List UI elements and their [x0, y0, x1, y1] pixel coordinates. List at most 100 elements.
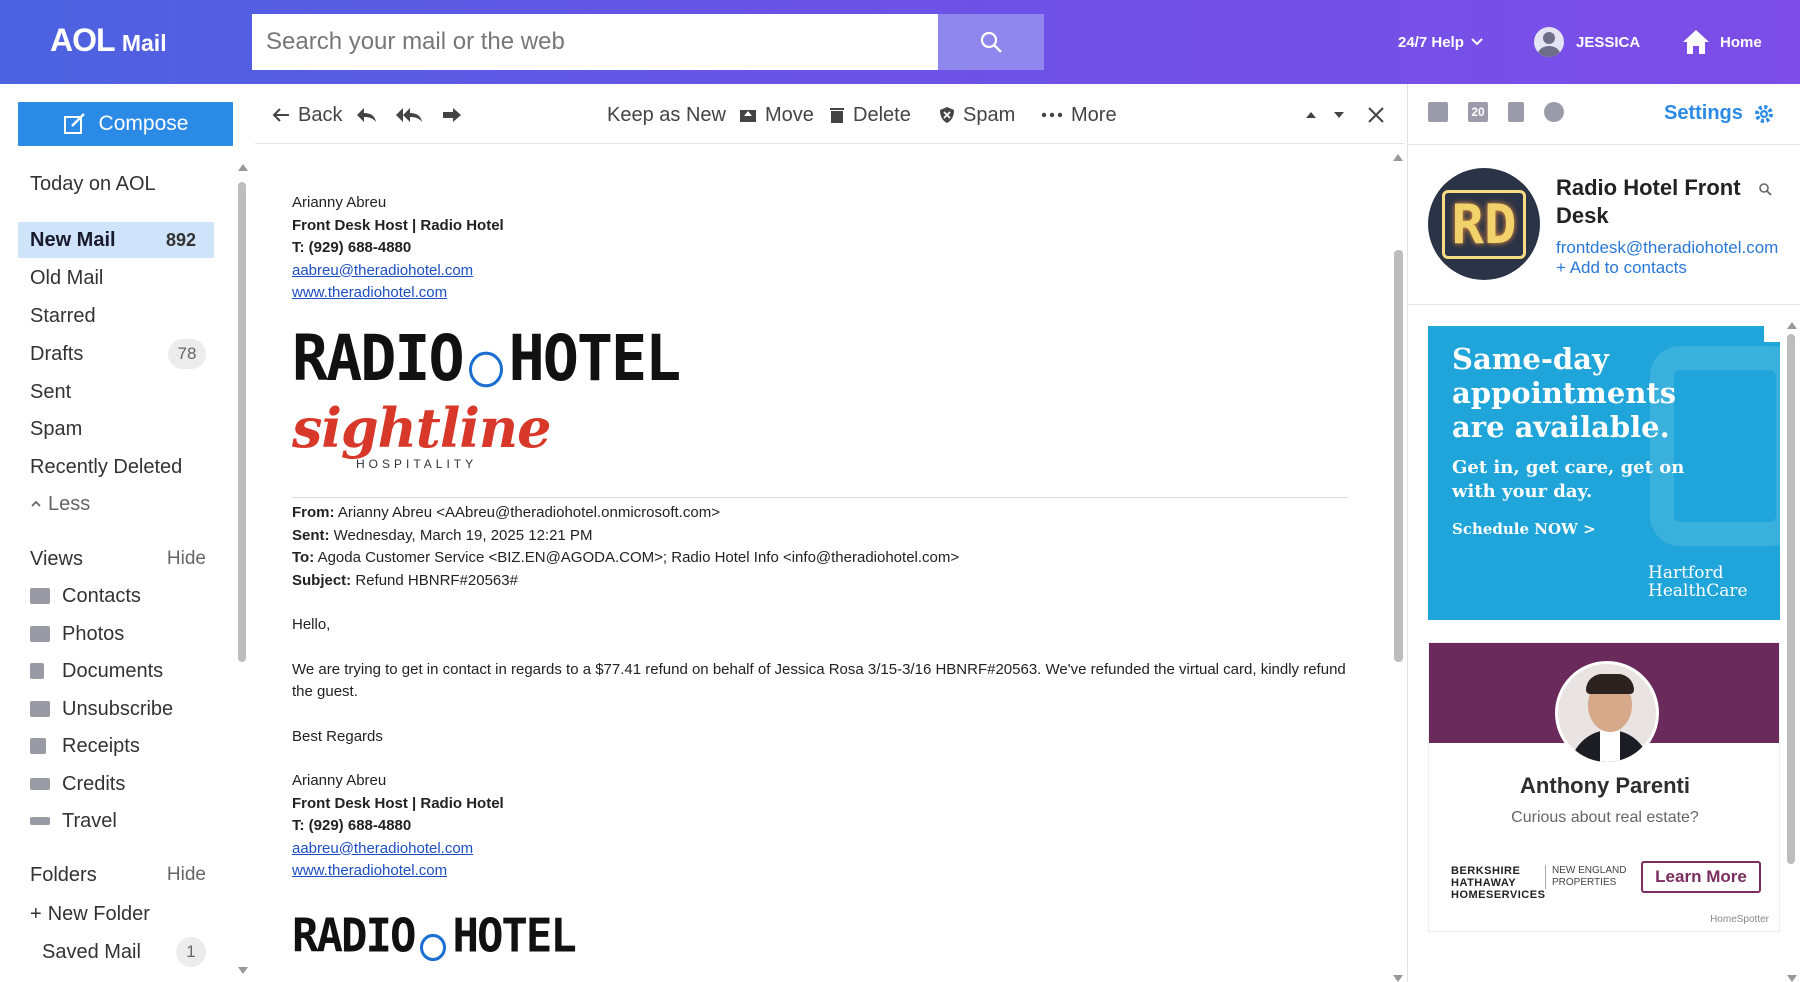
keep-as-new-button[interactable]: Keep as New: [607, 86, 726, 144]
views-hide-button[interactable]: Hide: [167, 548, 206, 570]
unsubscribe-icon: [30, 701, 50, 717]
sidebar-item-contacts[interactable]: Contacts: [18, 578, 214, 614]
user-avatar-icon: [1534, 27, 1564, 57]
body-paragraph: We are trying to get in contact in regar…: [292, 660, 1346, 701]
next-message-button[interactable]: [1333, 86, 1353, 144]
spam-button[interactable]: Spam: [939, 86, 1015, 144]
move-icon: [740, 110, 756, 122]
plus-icon: +: [30, 902, 42, 925]
help-icon[interactable]: [1544, 102, 1564, 122]
signature-repeat: Arianny Abreu Front Desk Host | Radio Ho…: [292, 772, 504, 879]
sidebar-item-credits[interactable]: Credits: [18, 766, 214, 802]
home-icon: [1683, 30, 1709, 54]
notes-icon[interactable]: [1508, 102, 1524, 122]
pane-divider: [1407, 84, 1408, 982]
radio-hotel-logo: RADIO HOTEL: [292, 908, 577, 963]
caret-up-icon: [1306, 112, 1316, 118]
sidebar-item-old-mail[interactable]: Old Mail: [18, 260, 214, 296]
adchoices-icon[interactable]: [1764, 326, 1780, 342]
folders-hide-button[interactable]: Hide: [167, 864, 206, 886]
help-menu[interactable]: 24/7 Help: [1398, 0, 1484, 84]
new-folder-button[interactable]: + New Folder: [18, 896, 214, 932]
credit-card-icon: [30, 778, 50, 790]
search-input[interactable]: [252, 14, 938, 70]
documents-icon: [30, 663, 44, 679]
user-menu[interactable]: JESSICA: [1534, 0, 1640, 84]
caret-down-icon: [1334, 112, 1344, 118]
top-bar: AOL Mail 24/7 Help JESSICA Home: [0, 0, 1800, 84]
sidebar-item-spam[interactable]: Spam: [18, 411, 214, 447]
compose-icon: [63, 113, 85, 134]
drafts-count-badge: 78: [168, 339, 206, 369]
home-link[interactable]: Home: [1682, 0, 1762, 84]
shield-icon: [940, 107, 954, 123]
contact-card-icon[interactable]: [1428, 102, 1448, 122]
gear-icon: [1754, 104, 1773, 123]
sidebar-item-recently-deleted[interactable]: Recently Deleted: [18, 449, 214, 485]
move-button[interactable]: Move: [739, 86, 814, 144]
signature-website-link[interactable]: www.theradiohotel.com: [292, 862, 447, 879]
less-toggle[interactable]: Less: [18, 486, 214, 522]
settings-button[interactable]: Settings: [1664, 102, 1775, 125]
previous-message-button[interactable]: [1305, 86, 1325, 144]
signature-website-link[interactable]: www.theradiohotel.com: [292, 284, 447, 301]
real-estate-ad[interactable]: Anthony Parenti Curious about real estat…: [1428, 642, 1780, 932]
back-button[interactable]: Back: [272, 86, 342, 144]
message-scrollbar[interactable]: [1392, 150, 1404, 982]
compose-button[interactable]: Compose: [18, 102, 233, 146]
signature-email-link[interactable]: aabreu@theradiohotel.com: [292, 262, 473, 279]
reply-button[interactable]: [355, 86, 385, 144]
sidebar-item-saved-mail[interactable]: Saved Mail 1: [18, 934, 214, 970]
greeting: Hello,: [292, 616, 331, 633]
add-to-contacts-link[interactable]: + Add to contacts: [1556, 258, 1687, 278]
signature: Arianny Abreu Front Desk Host | Radio Ho…: [292, 194, 504, 301]
signature-email-link[interactable]: aabreu@theradiohotel.com: [292, 840, 473, 857]
contact-search-icon[interactable]: [1758, 182, 1772, 196]
berkshire-hathaway-logo: BERKSHIRE HATHAWAY HOMESERVICES: [1451, 865, 1546, 901]
sidebar-item-today-on-aol[interactable]: Today on AOL: [18, 166, 214, 202]
calendar-icon[interactable]: 20: [1468, 102, 1488, 122]
message-toolbar: Back Keep as New Move Delete Spam More: [255, 86, 1405, 144]
schedule-now-link[interactable]: Schedule NOW >: [1452, 520, 1596, 538]
sidebar-item-receipts[interactable]: Receipts: [18, 728, 214, 764]
receipts-icon: [30, 738, 46, 754]
reply-all-button[interactable]: [395, 86, 431, 144]
sidebar-item-photos[interactable]: Photos: [18, 616, 214, 652]
learn-more-button[interactable]: Learn More: [1641, 861, 1761, 893]
contact-email-link[interactable]: frontdesk@theradiohotel.com: [1556, 238, 1786, 258]
hartford-logo: Hartford HealthCare: [1648, 563, 1748, 601]
sidebar-item-sent[interactable]: Sent: [18, 374, 214, 410]
contact-name: Radio Hotel Front Desk: [1556, 175, 1741, 228]
aol-mail-logo[interactable]: AOL Mail: [50, 22, 167, 59]
reply-all-icon: [396, 108, 422, 122]
sidebar-item-documents[interactable]: Documents: [18, 653, 214, 689]
right-panel-scrollbar[interactable]: [1786, 318, 1797, 982]
sidebar-item-travel[interactable]: Travel: [18, 803, 214, 839]
delete-button[interactable]: Delete: [829, 86, 911, 144]
hartford-healthcare-ad[interactable]: Same-day appointments are available. Get…: [1428, 326, 1780, 620]
close-message-button[interactable]: [1367, 86, 1393, 144]
closing: Best Regards: [292, 727, 383, 745]
arrow-left-icon: [272, 108, 289, 122]
contacts-icon: [30, 588, 50, 604]
chevron-up-icon: [31, 500, 41, 507]
sidebar-item-new-mail[interactable]: New Mail 892: [18, 222, 214, 258]
forward-button[interactable]: [441, 86, 471, 144]
sidebar-item-unsubscribe[interactable]: Unsubscribe: [18, 691, 214, 727]
sidebar-item-starred[interactable]: Starred: [18, 298, 214, 334]
sidebar-scrollbar[interactable]: [237, 160, 248, 974]
views-header: Views Hide: [30, 547, 206, 570]
contact-avatar: RD: [1428, 168, 1540, 280]
radio-hotel-logo: RADIO HOTEL: [292, 321, 681, 395]
photos-icon: [30, 626, 50, 642]
close-icon: [1368, 107, 1384, 123]
forward-icon: [443, 108, 461, 122]
sidebar-item-drafts[interactable]: Drafts 78: [18, 336, 214, 372]
saved-mail-count-badge: 1: [176, 937, 206, 967]
search-button[interactable]: [938, 14, 1044, 70]
search-icon: [980, 31, 1002, 53]
sightline-logo: sightline: [292, 395, 552, 460]
header-divider: [292, 497, 1348, 498]
more-button[interactable]: More: [1041, 86, 1117, 144]
unread-count: 892: [165, 229, 196, 250]
